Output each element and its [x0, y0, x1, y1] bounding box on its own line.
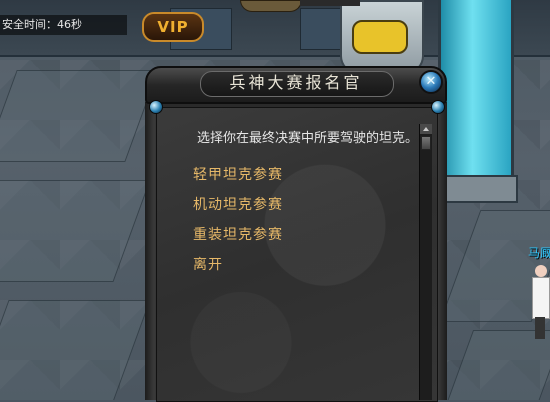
- npc-body: [532, 277, 550, 319]
- dialog-options: 轻甲坦克参赛 机动坦克参赛 重装坦克参赛 离开: [169, 160, 419, 280]
- npc-dialog: 兵神大赛报名官 ✕ 选择你在最终决赛中所要驾驶的坦克。 轻甲坦克参赛 机动坦克参…: [145, 66, 447, 402]
- option-heavy-tank[interactable]: 重装坦克参赛: [193, 220, 419, 250]
- top-bar: [300, 0, 360, 6]
- floor-tile: [0, 70, 159, 162]
- corner-orb-icon: [431, 100, 445, 114]
- glass-tube: [438, 0, 514, 188]
- floor-tile: [446, 330, 550, 400]
- dialog-prompt: 选择你在最终决赛中所要驾驶的坦克。: [197, 131, 419, 146]
- scroll-up-icon[interactable]: [420, 124, 432, 134]
- wall-panel: [300, 8, 342, 50]
- npc-name-label: 马厩: [528, 246, 550, 260]
- dialog-content: 选择你在最终决赛中所要驾驶的坦克。 轻甲坦克参赛 机动坦克参赛 重装坦克参赛 离…: [169, 130, 419, 280]
- dialog-title: 兵神大赛报名官: [229, 73, 363, 92]
- option-mobile-tank[interactable]: 机动坦克参赛: [193, 190, 419, 220]
- corner-orb-icon: [149, 100, 163, 114]
- top-ornament: [240, 0, 302, 12]
- machine-panel: [352, 20, 408, 54]
- npc-character[interactable]: [530, 265, 550, 340]
- npc-legs: [535, 317, 545, 339]
- safe-time-indicator: 安全时间：46秒: [0, 15, 127, 35]
- close-button[interactable]: ✕: [419, 70, 443, 94]
- close-icon: ✕: [425, 74, 437, 89]
- floor-tile: [0, 300, 151, 400]
- floor-tile: [0, 180, 151, 282]
- npc-head: [535, 265, 547, 277]
- dialog-scrollbar[interactable]: [419, 124, 432, 400]
- scroll-thumb[interactable]: [421, 136, 431, 150]
- vip-button[interactable]: VIP: [142, 12, 204, 42]
- option-leave[interactable]: 离开: [193, 250, 419, 280]
- option-light-tank[interactable]: 轻甲坦克参赛: [193, 160, 419, 190]
